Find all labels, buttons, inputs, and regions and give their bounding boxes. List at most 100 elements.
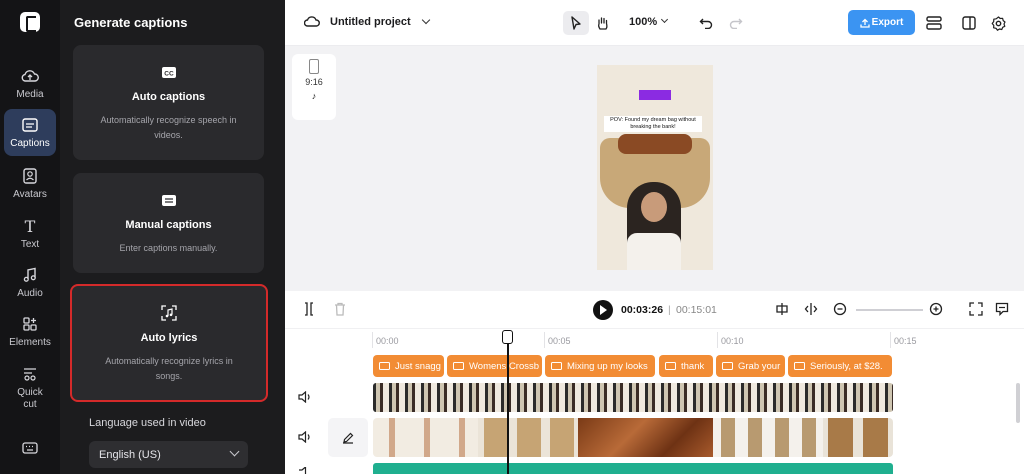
ruler-label: 00:10	[721, 336, 744, 346]
aspect-ratio-card[interactable]: 9:16 ♪	[292, 54, 336, 120]
split-view-icon[interactable]	[960, 14, 978, 32]
caption-clip[interactable]: Seriously, at $28.	[788, 355, 892, 377]
avatar-icon	[19, 166, 41, 186]
redo-icon	[729, 18, 743, 29]
ruler-tick	[890, 332, 891, 348]
icon-rail: Media Captions Avatars T Text Audio Elem…	[0, 0, 60, 474]
caption-clip[interactable]: Mixing up my looks	[545, 355, 655, 377]
playhead[interactable]	[507, 330, 509, 474]
phone-icon	[309, 59, 319, 74]
edit-track-button[interactable]	[328, 418, 368, 457]
layers-icon[interactable]	[925, 14, 943, 32]
select-tool-button[interactable]	[563, 11, 589, 35]
undo-icon	[699, 18, 713, 29]
caption-clip-text: Mixing up my looks	[567, 360, 648, 372]
export-button[interactable]: Export	[848, 10, 915, 35]
zoom-out-icon[interactable]	[833, 302, 847, 319]
split-clip-icon[interactable]	[804, 302, 818, 319]
fit-screen-icon[interactable]	[969, 302, 983, 319]
speaker-icon[interactable]	[298, 430, 312, 446]
rail-item-captions[interactable]: Captions	[4, 109, 56, 156]
canvas-area: 9:16 ♪ POV: Found my dream bag without b…	[285, 46, 1024, 291]
caption-clip[interactable]: Grab your	[716, 355, 785, 377]
chevron-down-icon[interactable]	[660, 15, 669, 24]
timeline-ruler[interactable]: 00:00 00:05 00:10 00:15	[372, 332, 1024, 348]
undo-button[interactable]	[693, 11, 719, 35]
total-time: 00:15:01	[676, 304, 717, 316]
video-caption-text[interactable]: POV: Found my dream bag without breaking…	[604, 116, 702, 132]
caption-clip[interactable]: thank	[659, 355, 713, 377]
rail-label: Text	[20, 239, 40, 250]
rail-item-avatars[interactable]: Avatars	[4, 166, 56, 201]
auto-captions-card[interactable]: CC Auto captions Automatically recognize…	[73, 45, 264, 160]
text-overlay-bar[interactable]	[639, 90, 671, 100]
timeline-scrollbar[interactable]	[1016, 383, 1020, 423]
project-name[interactable]: Untitled project	[330, 16, 411, 28]
chevron-down-icon[interactable]	[421, 15, 431, 25]
caption-clip-text: Grab your	[738, 360, 781, 372]
zoom-level[interactable]: 100%	[629, 16, 657, 28]
ruler-label: 00:15	[894, 336, 917, 346]
rail-label: Quick cut	[17, 387, 43, 410]
caption-clip[interactable]: Womens Crossb	[447, 355, 542, 377]
card-description: Automatically recognize lyrics in songs.	[105, 356, 233, 381]
speaker-icon[interactable]	[298, 390, 312, 406]
snap-icon[interactable]	[775, 302, 789, 319]
panel-title: Generate captions	[74, 15, 188, 30]
ruler-tick	[544, 332, 545, 348]
ruler-label: 00:05	[548, 336, 571, 346]
caption-clip-text: thank	[681, 360, 705, 372]
music-note-icon	[19, 265, 41, 285]
video-track-main[interactable]	[373, 383, 893, 412]
timeline: 00:03:26 | 00:15:01 00:00 00:05 00:10 00…	[285, 291, 1024, 474]
caption-clip-text: Just snagg	[395, 360, 441, 372]
person-shirt	[627, 233, 681, 270]
zoom-in-icon[interactable]	[929, 302, 943, 319]
comment-icon[interactable]	[995, 302, 1009, 319]
clip-thumbnail	[578, 418, 713, 457]
rail-item-media[interactable]: Media	[4, 66, 56, 101]
gear-icon[interactable]	[989, 14, 1007, 32]
timeline-zoom-slider[interactable]	[856, 309, 923, 311]
current-time: 00:03:26	[621, 304, 664, 316]
manual-captions-card[interactable]: Manual captions Enter captions manually.	[73, 173, 264, 273]
rail-item-text[interactable]: T Text	[4, 216, 56, 251]
language-select[interactable]: English (US)	[89, 441, 248, 468]
video-preview[interactable]: POV: Found my dream bag without breaking…	[597, 65, 713, 270]
ruler-tick	[717, 332, 718, 348]
caption-clip[interactable]: Just snagg	[373, 355, 444, 377]
rail-item-quick-cut[interactable]: Quick cut	[4, 364, 56, 411]
clip-thumbnail	[823, 418, 893, 457]
rail-label: Elements	[9, 337, 51, 348]
hand-tool-button[interactable]	[590, 11, 616, 35]
captions-icon	[19, 115, 41, 135]
aspect-ratio-label: 9:16	[305, 77, 323, 87]
audio-track[interactable]	[373, 463, 893, 474]
card-description: Automatically recognize speech in videos…	[100, 115, 237, 140]
time-separator: |	[668, 304, 671, 316]
redo-button[interactable]	[723, 11, 749, 35]
card-title: Auto captions	[131, 91, 206, 103]
play-button[interactable]	[593, 300, 613, 320]
rail-item-elements[interactable]: Elements	[4, 314, 56, 349]
trash-icon[interactable]	[334, 302, 346, 319]
rail-item-audio[interactable]: Audio	[4, 265, 56, 300]
rail-item-keyboard-shortcuts[interactable]	[4, 438, 56, 458]
chevron-down-icon	[229, 446, 240, 457]
split-icon[interactable]	[303, 302, 315, 319]
video-track-broll[interactable]	[373, 418, 893, 457]
card-title: Auto lyrics	[140, 332, 198, 344]
quick-cut-icon	[19, 364, 41, 384]
export-label: Export	[871, 17, 904, 28]
speaker-icon[interactable]	[298, 465, 312, 474]
cloud-icon[interactable]	[304, 15, 320, 27]
playhead-handle[interactable]	[502, 330, 513, 344]
app-logo[interactable]	[20, 12, 40, 32]
language-label: Language used in video	[89, 417, 206, 429]
person-face	[641, 192, 667, 222]
pencil-icon	[343, 432, 354, 444]
rail-label: Audio	[17, 288, 43, 299]
auto-lyrics-card[interactable]: Auto lyrics Automatically recognize lyri…	[70, 284, 268, 402]
keyboard-icon	[161, 193, 177, 207]
text-icon: T	[24, 216, 36, 236]
